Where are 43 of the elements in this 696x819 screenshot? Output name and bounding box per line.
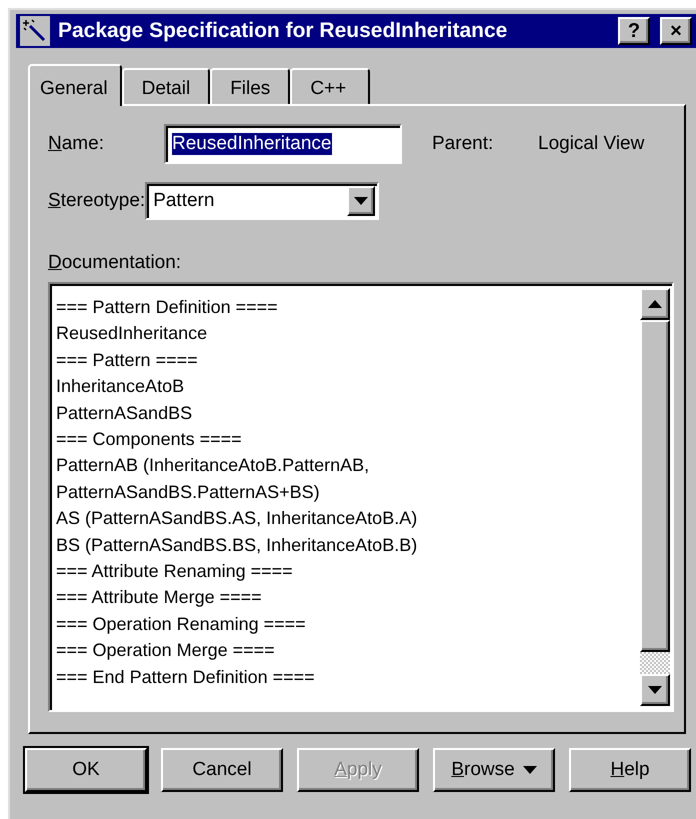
- documentation-label: Documentation:: [48, 252, 182, 273]
- scroll-up-button[interactable]: [640, 288, 670, 320]
- tab[interactable]: Detail: [122, 68, 210, 104]
- dialog-button[interactable]: OK: [25, 748, 147, 792]
- documentation-textarea[interactable]: [48, 282, 674, 712]
- tab[interactable]: General: [28, 64, 122, 106]
- dropdown-arrow-icon: [354, 197, 368, 205]
- documentation-line: PatternAB (InheritanceAtoB.PatternAB,: [56, 454, 370, 478]
- documentation-line: === Operation Renaming ====: [56, 612, 307, 636]
- documentation-line: === Components ====: [56, 428, 243, 452]
- help-button[interactable]: ?: [618, 17, 650, 45]
- documentation-line: AS (PatternASandBS.AS, InheritanceAtoB.A): [56, 507, 418, 530]
- stereotype-dropdown[interactable]: Pattern: [145, 182, 380, 220]
- scroll-thumb[interactable]: [640, 320, 670, 652]
- name-field[interactable]: ReusedInheritance: [164, 124, 402, 164]
- documentation-line: ReusedInheritance: [56, 322, 208, 346]
- documentation-line: === Attribute Merge ====: [56, 586, 263, 610]
- documentation-line: === Pattern ====: [56, 348, 199, 372]
- stereotype-label: Stereotype:: [48, 190, 146, 212]
- documentation-line: PatternASandBS.PatternAS+BS): [56, 480, 321, 504]
- dialog-button[interactable]: Help: [569, 748, 691, 792]
- documentation-line: === Attribute Renaming ====: [56, 560, 294, 584]
- down-arrow-icon: [648, 686, 662, 694]
- caret-icon: [522, 766, 537, 774]
- documentation-line: === Pattern Definition ====: [56, 296, 279, 319]
- close-button[interactable]: ×: [660, 17, 692, 45]
- vertical-scrollbar[interactable]: [640, 288, 670, 706]
- documentation-line: PatternASandBS: [56, 402, 194, 425]
- up-arrow-icon: [648, 300, 662, 308]
- tab[interactable]: C++: [290, 68, 370, 104]
- window-title: Package Specification for ReusedInheritance: [58, 19, 508, 43]
- parent-value: Logical View: [538, 133, 644, 155]
- documentation-line: === Operation Merge ====: [56, 639, 276, 662]
- tab[interactable]: Files: [210, 68, 290, 104]
- dialog-button[interactable]: Cancel: [161, 748, 283, 792]
- name-label: Name:: [48, 133, 104, 154]
- parent-label: Parent:: [432, 133, 494, 155]
- scroll-track[interactable]: [640, 652, 670, 674]
- documentation-line: InheritanceAtoB: [56, 375, 186, 398]
- documentation-line: === End Pattern Definition ====: [56, 666, 316, 689]
- documentation-line: BS (PatternASandBS.BS, InheritanceAtoB.B): [56, 534, 418, 557]
- dialog-button[interactable]: Browse: [433, 748, 555, 792]
- scroll-down-button[interactable]: [640, 674, 670, 706]
